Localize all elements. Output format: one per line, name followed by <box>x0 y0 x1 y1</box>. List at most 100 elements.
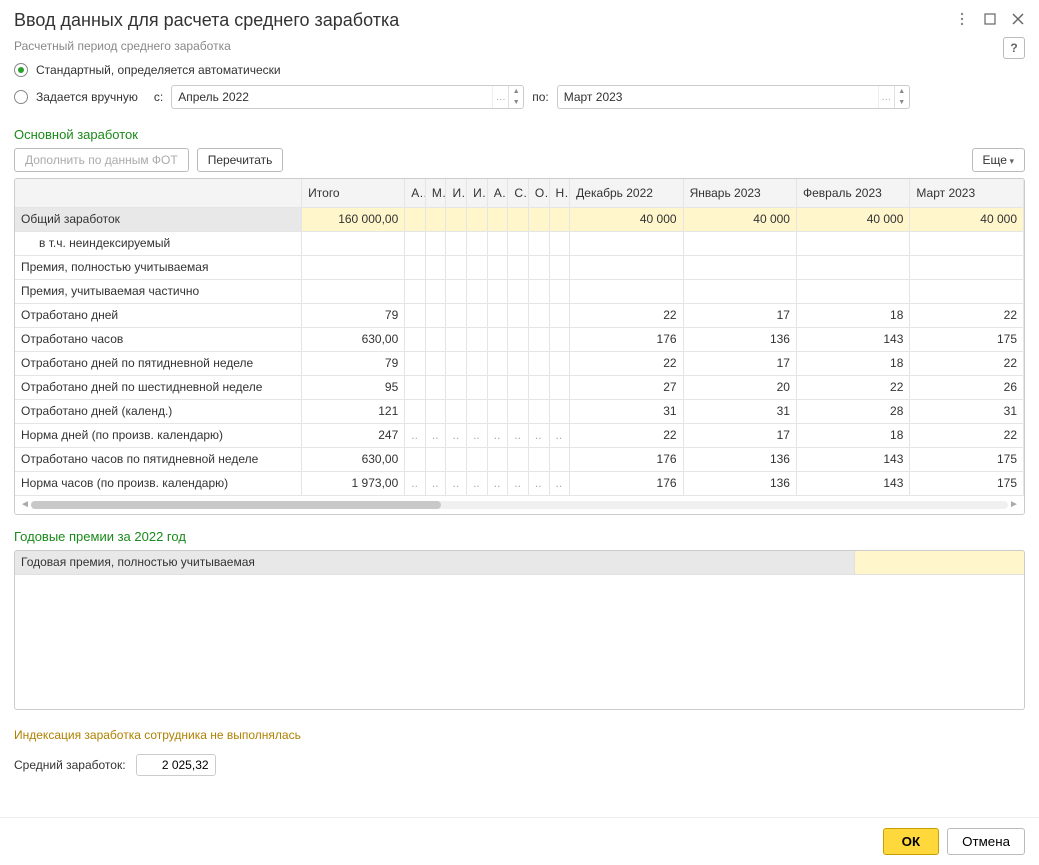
cell-short-month[interactable] <box>487 279 508 303</box>
average-earnings-input[interactable] <box>136 754 216 776</box>
cell-month-value[interactable]: 143 <box>796 327 909 351</box>
scroll-right-icon[interactable]: ► <box>1008 499 1020 510</box>
table-row[interactable]: Норма часов (по произв. календарю)1 973,… <box>15 471 1024 495</box>
cell-month-value[interactable] <box>796 255 909 279</box>
cell-short-month[interactable] <box>467 375 488 399</box>
cell-short-month[interactable] <box>467 447 488 471</box>
table-row[interactable]: Общий заработок160 000,0040 00040 00040 … <box>15 207 1024 231</box>
cell-month-value[interactable]: 143 <box>796 471 909 495</box>
cell-short-month[interactable] <box>425 303 446 327</box>
cell-short-month[interactable] <box>467 207 488 231</box>
cell-short-month[interactable] <box>405 207 426 231</box>
cell-month-value[interactable]: 22 <box>570 423 683 447</box>
cell-month-value[interactable]: 176 <box>570 471 683 495</box>
cell-short-month[interactable] <box>528 255 549 279</box>
cell-short-month[interactable] <box>446 399 467 423</box>
cell-short-month[interactable] <box>487 351 508 375</box>
cell-short-month[interactable] <box>487 255 508 279</box>
cell-short-month[interactable] <box>508 231 529 255</box>
cell-month-value[interactable]: 136 <box>683 447 796 471</box>
cell-month-value[interactable]: 175 <box>910 471 1024 495</box>
cell-short-month[interactable] <box>549 375 570 399</box>
cell-short-month[interactable] <box>405 447 426 471</box>
cell-month-value[interactable]: 20 <box>683 375 796 399</box>
recalc-button[interactable]: Перечитать <box>197 148 284 172</box>
cell-month-value[interactable] <box>910 231 1024 255</box>
cell-month-value[interactable]: 18 <box>796 423 909 447</box>
cell-month-value[interactable]: 17 <box>683 351 796 375</box>
cell-short-month[interactable] <box>487 207 508 231</box>
row-total[interactable] <box>302 255 405 279</box>
cell-short-month[interactable] <box>528 351 549 375</box>
cell-month-value[interactable]: 40 000 <box>910 207 1024 231</box>
cell-short-month[interactable]: .. <box>528 423 549 447</box>
period-from-input[interactable] <box>172 87 492 107</box>
more-button[interactable]: Еще <box>972 148 1025 172</box>
row-total[interactable] <box>302 231 405 255</box>
period-to-input[interactable] <box>558 87 878 107</box>
row-total[interactable]: 95 <box>302 375 405 399</box>
period-from-spin-up-icon[interactable]: ▲ <box>509 86 523 97</box>
cell-short-month[interactable] <box>405 375 426 399</box>
cell-short-month[interactable]: .. <box>405 423 426 447</box>
cell-month-value[interactable] <box>910 279 1024 303</box>
cell-short-month[interactable] <box>425 255 446 279</box>
cell-month-value[interactable]: 136 <box>683 327 796 351</box>
cell-short-month[interactable] <box>405 279 426 303</box>
row-total[interactable]: 247 <box>302 423 405 447</box>
cell-short-month[interactable] <box>528 327 549 351</box>
cell-month-value[interactable]: 40 000 <box>796 207 909 231</box>
menu-dots-icon[interactable] <box>955 12 969 29</box>
cell-month-value[interactable]: 176 <box>570 447 683 471</box>
cell-month-value[interactable]: 27 <box>570 375 683 399</box>
cell-short-month[interactable]: .. <box>446 471 467 495</box>
ok-button[interactable]: ОК <box>883 828 940 855</box>
cell-short-month[interactable] <box>405 399 426 423</box>
cell-month-value[interactable]: 22 <box>570 351 683 375</box>
cell-short-month[interactable] <box>446 327 467 351</box>
close-icon[interactable] <box>1011 12 1025 29</box>
cell-month-value[interactable] <box>683 255 796 279</box>
cell-short-month[interactable] <box>467 351 488 375</box>
cell-short-month[interactable]: .. <box>425 423 446 447</box>
table-row[interactable]: Отработано дней7922171822 <box>15 303 1024 327</box>
maximize-icon[interactable] <box>983 12 997 29</box>
row-total[interactable]: 79 <box>302 303 405 327</box>
cell-month-value[interactable]: 17 <box>683 423 796 447</box>
cell-month-value[interactable] <box>570 279 683 303</box>
cell-month-value[interactable]: 26 <box>910 375 1024 399</box>
cell-month-value[interactable]: 28 <box>796 399 909 423</box>
cell-short-month[interactable] <box>425 447 446 471</box>
cell-short-month[interactable] <box>549 231 570 255</box>
cell-month-value[interactable] <box>683 279 796 303</box>
cell-month-value[interactable]: 136 <box>683 471 796 495</box>
cell-short-month[interactable] <box>467 231 488 255</box>
cell-short-month[interactable] <box>487 303 508 327</box>
cell-short-month[interactable] <box>528 399 549 423</box>
grid-horizontal-scrollbar[interactable]: ◄ ► <box>15 496 1024 514</box>
period-to-spin-down-icon[interactable]: ▼ <box>895 97 909 108</box>
scroll-left-icon[interactable]: ◄ <box>19 499 31 510</box>
radio-period-auto[interactable] <box>14 63 28 77</box>
cell-month-value[interactable]: 31 <box>910 399 1024 423</box>
cell-short-month[interactable] <box>446 255 467 279</box>
cell-short-month[interactable] <box>549 351 570 375</box>
cell-short-month[interactable] <box>425 375 446 399</box>
table-row[interactable]: в т.ч. неиндексируемый <box>15 231 1024 255</box>
cell-short-month[interactable] <box>508 303 529 327</box>
table-row[interactable]: Норма дней (по произв. календарю)247....… <box>15 423 1024 447</box>
period-from-lookup-icon[interactable]: … <box>492 86 508 108</box>
row-total[interactable]: 121 <box>302 399 405 423</box>
cell-month-value[interactable]: 18 <box>796 351 909 375</box>
cell-short-month[interactable] <box>446 447 467 471</box>
cell-short-month[interactable] <box>508 279 529 303</box>
cell-month-value[interactable] <box>683 231 796 255</box>
cell-short-month[interactable]: .. <box>467 471 488 495</box>
cell-short-month[interactable] <box>508 207 529 231</box>
cell-short-month[interactable] <box>508 447 529 471</box>
cell-short-month[interactable] <box>528 207 549 231</box>
cell-short-month[interactable]: .. <box>549 423 570 447</box>
cell-month-value[interactable]: 22 <box>570 303 683 327</box>
cell-month-value[interactable]: 22 <box>796 375 909 399</box>
cell-short-month[interactable] <box>467 303 488 327</box>
